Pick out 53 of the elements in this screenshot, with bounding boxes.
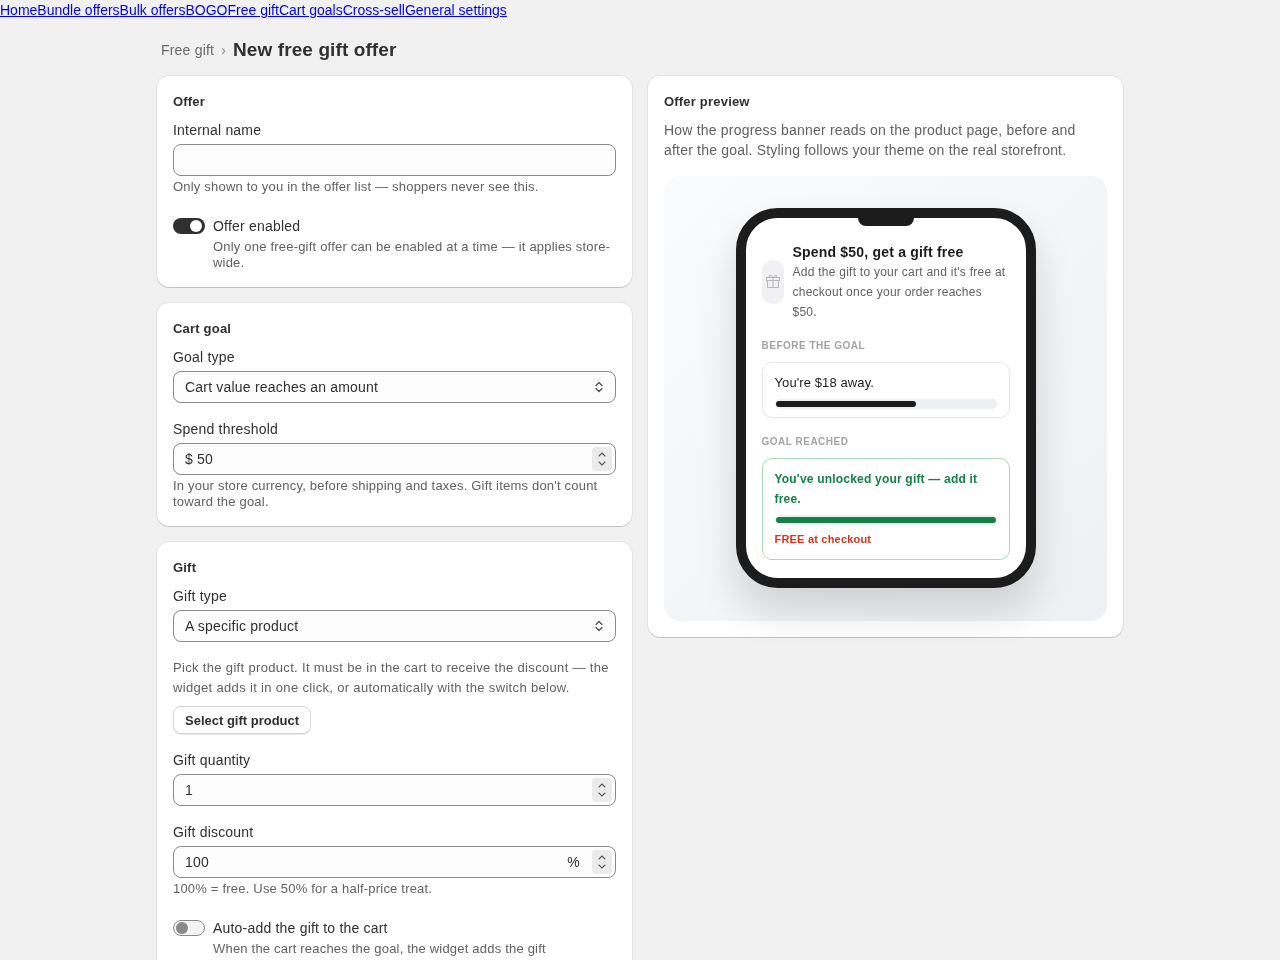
nav-link[interactable]: Free gift <box>227 0 279 20</box>
field-label: Spend threshold <box>173 420 279 439</box>
nav-link[interactable]: Cart goals <box>278 0 343 20</box>
state-label: GOAL REACHED <box>761 435 850 449</box>
nav-link[interactable]: Bulk offers <box>119 0 186 20</box>
field-label: Gift quantity <box>173 751 252 770</box>
updown-chevron-icon <box>595 381 603 393</box>
field-label: Gift discount <box>173 823 255 842</box>
phone-notch <box>857 218 914 226</box>
nav-link[interactable]: Bundle offers <box>37 0 120 20</box>
nav-link[interactable]: Home <box>0 0 38 20</box>
number-field[interactable]: 1 <box>173 774 616 806</box>
toggle-label: Offer enabled <box>213 217 301 236</box>
banner-headline: Spend $50, get a gift free <box>792 243 965 262</box>
card-title: Offer preview <box>664 93 751 111</box>
nav-link[interactable]: Cross-sell <box>342 0 405 20</box>
breadcrumb-link[interactable]: Free gift <box>161 42 215 58</box>
dropdown[interactable]: Cart value reaches an amount <box>173 371 616 403</box>
card-title: Cart goal <box>173 320 233 338</box>
help-text: In your store currency, before shipping and taxes. Gift items don't count toward the goal. <box>173 478 599 510</box>
page-title: New free gift offer <box>233 38 397 62</box>
help-text: Only shown to you in the offer list — shoppers never see this. <box>173 179 540 195</box>
breadcrumb-separator: › <box>221 42 227 58</box>
dropdown[interactable]: A specific product <box>173 610 616 642</box>
card-title: Offer <box>173 93 207 111</box>
help-text: Only one free-gift offer can be enabled at a time — it applies store-wide. <box>213 239 612 271</box>
nav-link[interactable]: General settings <box>404 0 507 20</box>
updown-chevron-icon <box>595 620 603 632</box>
text-input[interactable] <box>173 144 616 176</box>
banner-message: You're $18 away. <box>774 374 875 392</box>
nav-link[interactable]: BOGO <box>185 0 228 20</box>
help-text: When the cart reaches the goal, the widget adds the gift <box>213 941 547 957</box>
description-text: Pick the gift product. It must be in the cart to receive the discount — the widget adds it in one click, or automatically with the switch below. <box>173 659 610 697</box>
toggle-label: Auto-add the gift to the cart <box>213 919 388 938</box>
toggle-switch[interactable] <box>173 920 205 936</box>
field-label: Goal type <box>173 348 236 367</box>
field-label: Internal name <box>173 121 263 140</box>
stepper-arrows-icon[interactable] <box>592 447 612 471</box>
field-label: Gift type <box>173 587 228 606</box>
card-description: How the progress banner reads on the product page, before and after the goal. Styling follows your theme on the real storefront. <box>664 121 1077 160</box>
help-text: 100% = free. Use 50% for a half-price treat. <box>173 881 434 897</box>
banner-message: You've unlocked your gift — add it free. <box>774 471 979 508</box>
gift-icon <box>761 260 784 304</box>
unit-suffix: % <box>567 853 580 872</box>
checkout-note: FREE at checkout <box>774 532 873 547</box>
currency-prefix: $ <box>185 450 193 469</box>
toggle-switch[interactable] <box>173 218 205 234</box>
select-product-button[interactable]: Select gift product <box>173 706 312 734</box>
card-title: Gift <box>173 559 198 577</box>
stepper-arrows-icon[interactable] <box>592 850 612 874</box>
banner-text: Add the gift to your cart and it's free at checkout once your order reaches $50. <box>792 264 1007 321</box>
stepper-arrows-icon[interactable] <box>592 778 612 802</box>
state-label: BEFORE THE GOAL <box>761 339 867 353</box>
